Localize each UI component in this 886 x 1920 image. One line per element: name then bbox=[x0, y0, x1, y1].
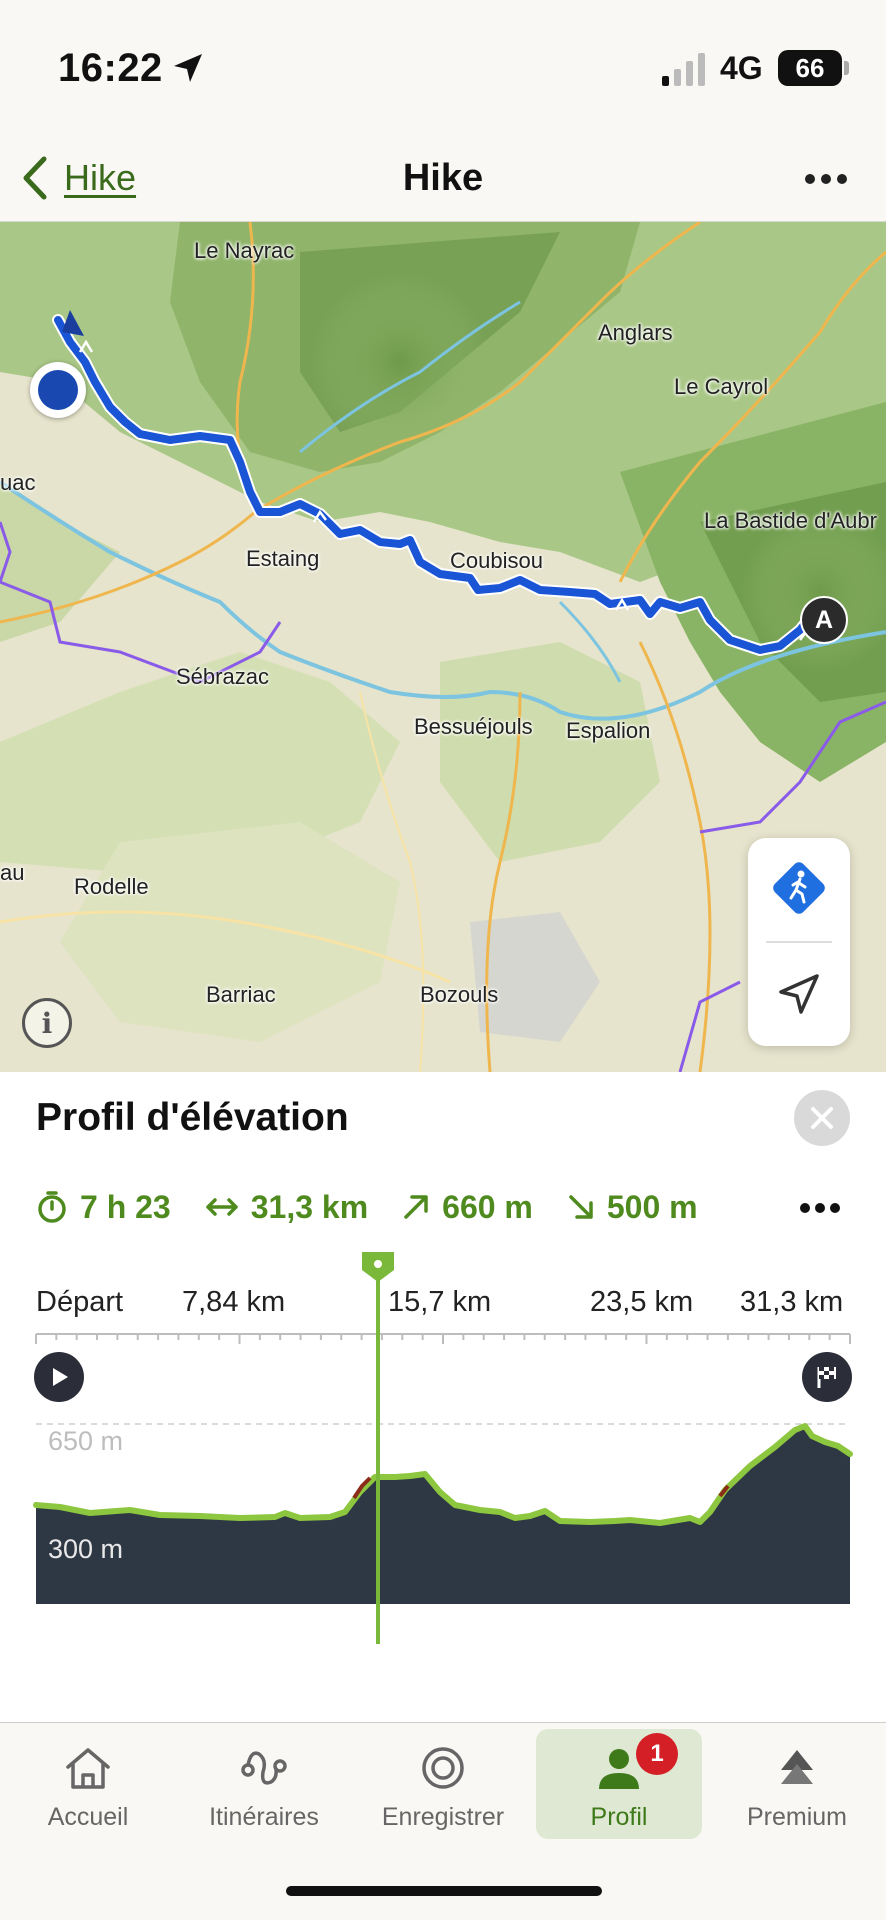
status-time: 16:22 bbox=[58, 46, 163, 90]
place-label: Le Cayrol bbox=[674, 374, 769, 399]
location-arrow-icon bbox=[779, 974, 819, 1014]
back-label: Hike bbox=[64, 157, 137, 198]
notification-badge: 1 bbox=[636, 1733, 678, 1775]
info-icon: i bbox=[41, 1006, 53, 1040]
tab-profil[interactable]: Profil 1 bbox=[536, 1729, 702, 1839]
tab-enregistrer[interactable]: Enregistrer bbox=[360, 1729, 526, 1839]
tab-label: Enregistrer bbox=[381, 1803, 505, 1831]
finish-flag-icon bbox=[817, 1367, 836, 1388]
tab-itineraires[interactable]: Itinéraires bbox=[181, 1729, 347, 1839]
record-icon bbox=[422, 1747, 464, 1789]
chevron-left-icon bbox=[23, 156, 47, 200]
current-position-marker[interactable] bbox=[30, 362, 86, 418]
tab-label: Profil bbox=[590, 1803, 648, 1831]
status-bar: 16:22 4G 66 bbox=[0, 0, 886, 140]
battery-tip bbox=[844, 61, 849, 75]
controls-divider bbox=[766, 941, 832, 943]
more-options-button[interactable] bbox=[786, 154, 866, 204]
hiker-direction-icon bbox=[773, 862, 825, 914]
elevation-sheet: Profil d'élévation 7 h 23 31,3 km 660 m bbox=[0, 1072, 886, 1722]
elevation-label: 300 m bbox=[48, 1534, 124, 1564]
network-type: 4G bbox=[720, 50, 763, 86]
map-controls bbox=[748, 838, 850, 1046]
nav-bar: Hike Hike bbox=[0, 140, 886, 222]
tab-label: Itinéraires bbox=[209, 1803, 319, 1831]
place-label: Anglars bbox=[598, 320, 673, 345]
place-label: au bbox=[0, 860, 25, 885]
home-icon bbox=[66, 1748, 110, 1789]
location-arrow-icon bbox=[174, 54, 202, 82]
start-marker-label: A bbox=[814, 605, 834, 634]
signal-icon bbox=[662, 53, 705, 86]
elevation-label: 650 m bbox=[48, 1426, 124, 1456]
play-icon bbox=[53, 1368, 68, 1386]
route-mode-button[interactable] bbox=[748, 838, 850, 938]
premium-icon bbox=[781, 1750, 813, 1784]
more-horizontal-icon bbox=[805, 174, 847, 184]
place-label: Barriac bbox=[206, 982, 276, 1007]
home-indicator bbox=[286, 1886, 602, 1896]
back-button[interactable]: Hike bbox=[20, 148, 136, 208]
tab-premium[interactable]: Premium bbox=[714, 1729, 880, 1839]
routes-icon bbox=[241, 1751, 287, 1785]
map-view[interactable]: A Le Nayrac Anglars Le Cayrol La Bastide… bbox=[0, 222, 886, 1072]
place-label: Bessuéjouls bbox=[414, 714, 533, 739]
battery-icon: 66 bbox=[778, 50, 842, 86]
place-label: Estaing bbox=[246, 546, 320, 571]
finish-flag bbox=[802, 1352, 852, 1402]
locate-me-button[interactable] bbox=[748, 944, 850, 1044]
place-label: Espalion bbox=[566, 718, 651, 743]
place-label: Bozouls bbox=[420, 982, 499, 1007]
start-flag bbox=[34, 1352, 84, 1402]
place-label: uac bbox=[0, 470, 36, 495]
place-label: La Bastide d'Aubr bbox=[704, 508, 877, 533]
tab-label: Premium bbox=[746, 1803, 847, 1831]
place-label: Sébrazac bbox=[176, 664, 269, 689]
elevation-chart[interactable] bbox=[0, 1072, 886, 1722]
start-marker[interactable]: A bbox=[800, 596, 848, 644]
tab-accueil[interactable]: Accueil bbox=[5, 1729, 171, 1839]
place-label: Le Nayrac bbox=[194, 238, 295, 263]
place-label: Coubisou bbox=[450, 548, 543, 573]
place-label: Rodelle bbox=[74, 874, 149, 899]
map-info-button[interactable]: i bbox=[22, 998, 72, 1048]
tab-label: Accueil bbox=[47, 1803, 129, 1831]
